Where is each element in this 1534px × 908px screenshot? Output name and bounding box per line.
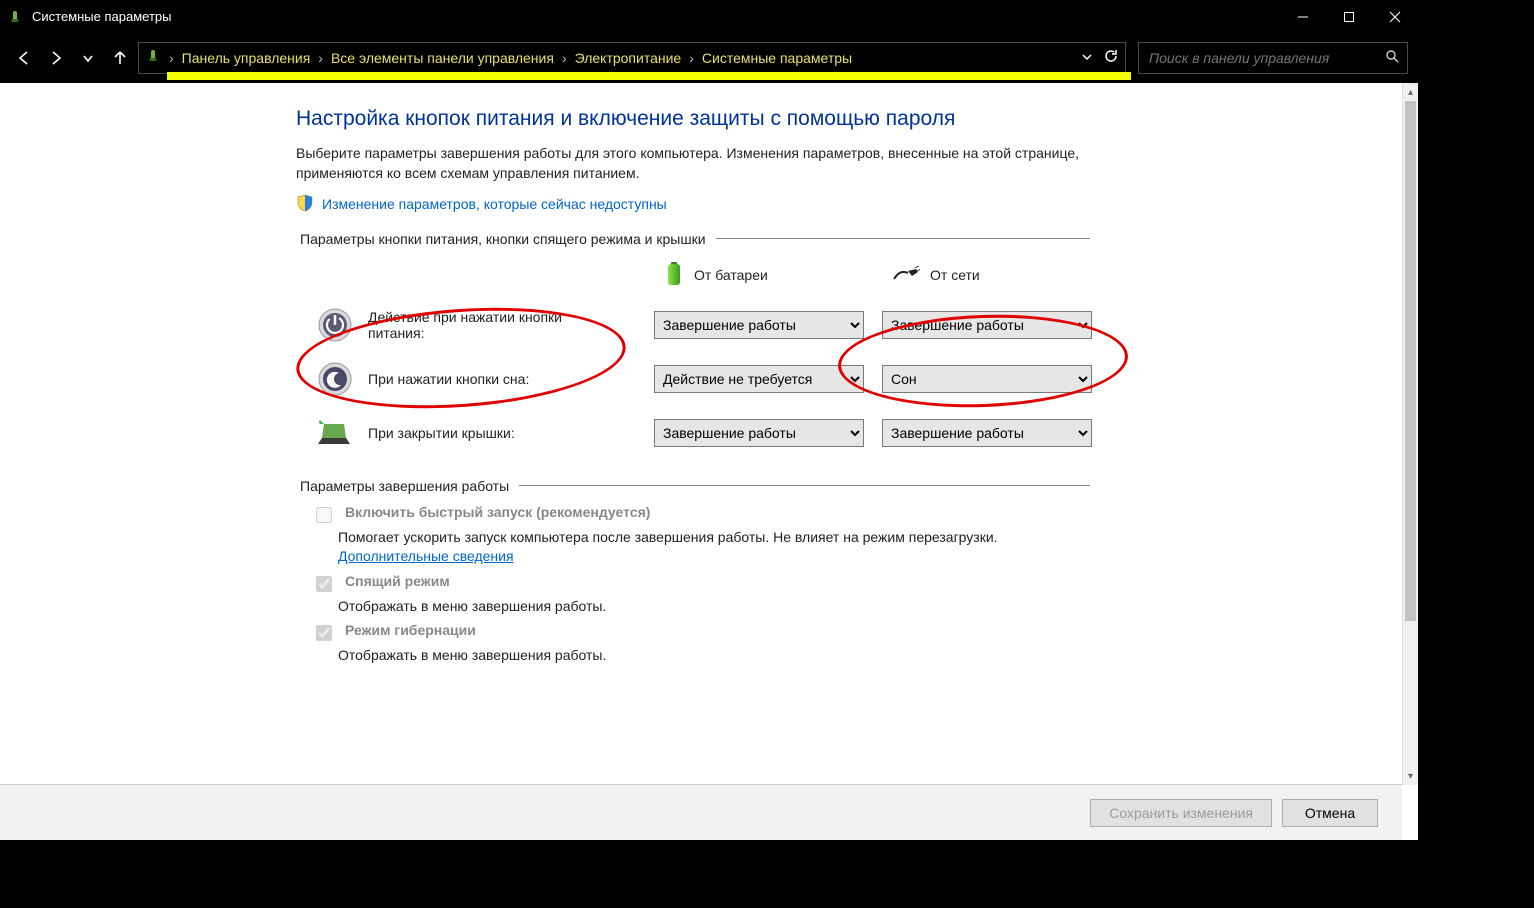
window-title: Системные параметры (32, 9, 171, 24)
highlight-annotation (167, 72, 1131, 80)
sleep-button-plugged-select[interactable]: Сон (882, 365, 1092, 393)
scroll-thumb[interactable] (1405, 101, 1416, 621)
column-header-plugged: От сети (882, 265, 1092, 286)
hibernate-menu-label: Режим гибернации (345, 622, 476, 638)
scroll-up-button[interactable]: ▴ (1403, 83, 1418, 101)
vertical-scrollbar[interactable]: ▴ ▾ (1402, 83, 1418, 785)
sleep-menu-checkbox[interactable] (316, 576, 332, 592)
divider (519, 485, 1090, 486)
row-label-sleep-button: При нажатии кнопки сна: (316, 360, 636, 398)
close-button[interactable] (1372, 0, 1418, 33)
address-bar[interactable]: › Панель управления › Все элементы панел… (138, 42, 1126, 74)
search-input[interactable] (1147, 49, 1385, 67)
sleep-menu-description: Отображать в меню завершения работы. (338, 597, 1058, 617)
fast-startup-more-link[interactable]: Дополнительные сведения (338, 548, 514, 564)
page-title: Настройка кнопок питания и включение защ… (296, 107, 1116, 131)
maximize-button[interactable] (1326, 0, 1372, 33)
plug-icon (892, 265, 920, 286)
lid-close-battery-select[interactable]: Завершение работы (654, 419, 864, 447)
nav-row: › Панель управления › Все элементы панел… (0, 33, 1418, 83)
nav-back-button[interactable] (10, 44, 38, 72)
page-description: Выберите параметры завершения работы для… (296, 143, 1096, 184)
divider (716, 238, 1090, 239)
chevron-right-icon: › (167, 50, 176, 66)
section-heading-shutdown: Параметры завершения работы (300, 478, 509, 494)
fast-startup-label: Включить быстрый запуск (рекомендуется) (345, 504, 650, 520)
shield-icon (296, 194, 314, 215)
section-heading-buttons: Параметры кнопки питания, кнопки спящего… (300, 231, 706, 247)
title-bar: Системные параметры (0, 0, 1418, 33)
content-pane: Настройка кнопок питания и включение защ… (0, 83, 1418, 840)
lid-close-plugged-select[interactable]: Завершение работы (882, 419, 1092, 447)
app-icon (6, 8, 24, 26)
change-unavailable-settings-link[interactable]: Изменение параметров, которые сейчас нед… (322, 196, 667, 212)
chevron-right-icon: › (687, 50, 696, 66)
chevron-right-icon: › (560, 50, 569, 66)
column-header-battery: От батареи (654, 261, 864, 290)
nav-recent-button[interactable] (74, 44, 102, 72)
footer-bar: Сохранить изменения Отмена (0, 784, 1402, 840)
scroll-down-button[interactable]: ▾ (1403, 767, 1418, 785)
row-label-lid-close: При закрытии крышки: (316, 414, 636, 452)
minimize-button[interactable] (1280, 0, 1326, 33)
laptop-lid-icon (316, 414, 354, 452)
breadcrumb-item[interactable]: Системные параметры (702, 50, 852, 66)
breadcrumb-item[interactable]: Все элементы панели управления (331, 50, 554, 66)
chevron-right-icon: › (316, 50, 325, 66)
hibernate-menu-description: Отображать в меню завершения работы. (338, 646, 1058, 666)
cancel-button[interactable]: Отмена (1282, 799, 1378, 827)
sleep-menu-label: Спящий режим (345, 573, 450, 589)
power-button-battery-select[interactable]: Завершение работы (654, 311, 864, 339)
address-dropdown-button[interactable] (1081, 50, 1093, 66)
breadcrumb-item[interactable]: Электропитание (575, 50, 682, 66)
hibernate-menu-checkbox[interactable] (316, 625, 332, 641)
battery-icon (664, 261, 684, 290)
address-icon (145, 48, 161, 67)
power-button-plugged-select[interactable]: Завершение работы (882, 311, 1092, 339)
sleep-icon (316, 360, 354, 398)
power-icon (316, 306, 354, 344)
search-icon (1385, 49, 1399, 66)
nav-forward-button[interactable] (42, 44, 70, 72)
refresh-button[interactable] (1103, 48, 1119, 67)
breadcrumb-item[interactable]: Панель управления (182, 50, 311, 66)
fast-startup-description: Помогает ускорить запуск компьютера посл… (338, 528, 1058, 567)
fast-startup-checkbox[interactable] (316, 507, 332, 523)
row-label-power-button: Действие при нажатии кнопки питания: (316, 306, 636, 344)
sleep-button-battery-select[interactable]: Действие не требуется (654, 365, 864, 393)
search-box[interactable] (1138, 42, 1408, 74)
save-button[interactable]: Сохранить изменения (1090, 799, 1272, 827)
nav-up-button[interactable] (106, 44, 134, 72)
